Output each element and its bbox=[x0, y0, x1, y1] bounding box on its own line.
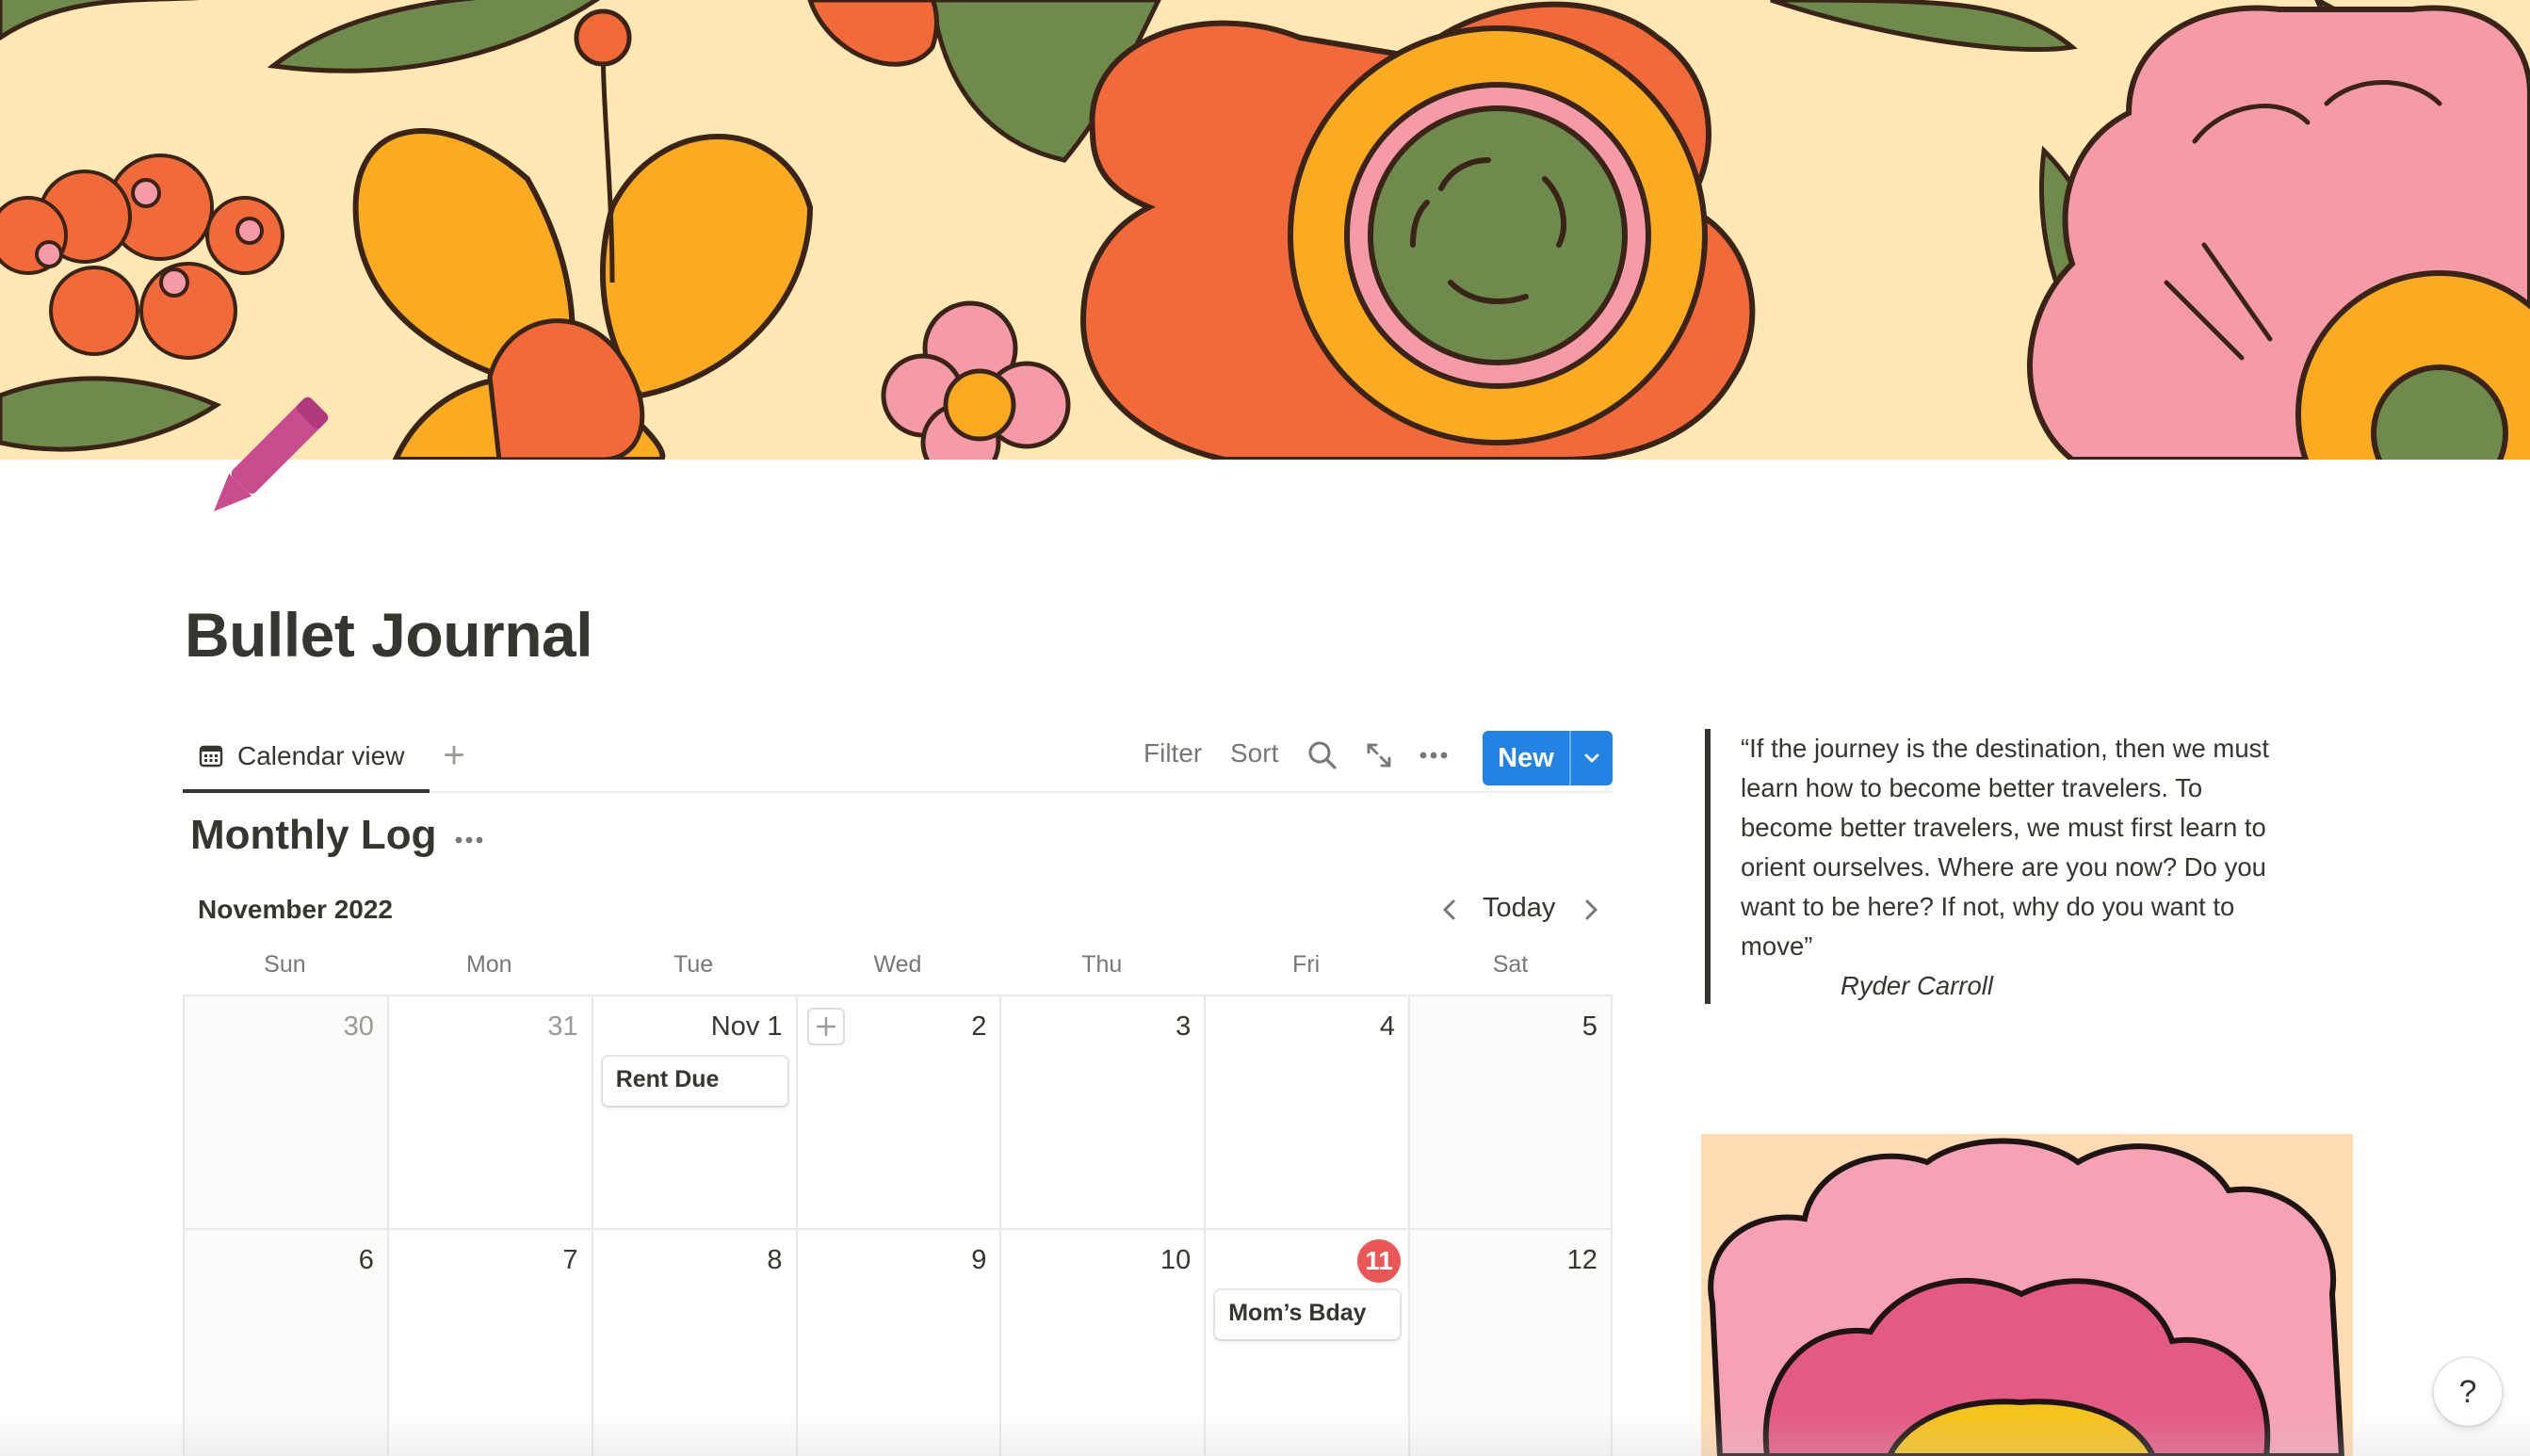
day-number: 31 bbox=[547, 1011, 578, 1042]
view-bar: Calendar view + Filter Sort New bbox=[183, 723, 1613, 793]
cover-image bbox=[0, 0, 2530, 460]
day-number: 10 bbox=[1160, 1245, 1192, 1275]
more-icon[interactable] bbox=[1417, 740, 1451, 770]
event-card[interactable]: Rent Due bbox=[602, 1057, 787, 1106]
quote-text: “If the journey is the destination, then… bbox=[1741, 729, 2327, 966]
day-number: 6 bbox=[358, 1245, 374, 1275]
sort-button[interactable]: Sort bbox=[1230, 738, 1278, 768]
quote-author: Ryder Carroll bbox=[1841, 971, 1993, 1000]
day-number: 9 bbox=[971, 1245, 987, 1275]
quote-line: “If the journey is the destination, then… bbox=[1741, 734, 2269, 763]
day-cell[interactable]: 6 bbox=[183, 1230, 387, 1456]
day-cell[interactable]: 8 bbox=[591, 1230, 796, 1456]
tab-calendar-view[interactable]: Calendar view bbox=[183, 723, 430, 793]
weekday-label: Thu bbox=[1081, 951, 1123, 978]
day-cell[interactable]: 11 Mom’s Bday bbox=[1204, 1230, 1409, 1456]
pencil-icon[interactable] bbox=[193, 391, 334, 532]
day-cell[interactable]: 9 bbox=[795, 1230, 1000, 1456]
quote-block[interactable]: “If the journey is the destination, then… bbox=[1705, 729, 2327, 1004]
new-button[interactable]: New bbox=[1483, 731, 1613, 785]
day-cell[interactable]: 3 bbox=[999, 996, 1205, 1228]
expand-icon[interactable] bbox=[1364, 740, 1394, 770]
quote-line: become better travelers, we must first l… bbox=[1741, 813, 2266, 842]
today-marker: 11 bbox=[1357, 1239, 1402, 1283]
chevron-left-icon[interactable] bbox=[1435, 895, 1464, 925]
day-number: 2 bbox=[971, 1011, 987, 1042]
day-number: 4 bbox=[1379, 1011, 1396, 1042]
chevron-down-icon[interactable] bbox=[1571, 748, 1613, 768]
quote-line: orient ourselves. Where are you now? Do … bbox=[1741, 852, 2266, 882]
plus-icon bbox=[816, 1016, 835, 1037]
page-title[interactable]: Bullet Journal bbox=[185, 599, 593, 671]
quote-line: learn how to become better travelers. To bbox=[1741, 773, 2203, 802]
help-button[interactable]: ? bbox=[2434, 1358, 2502, 1426]
flower-illustration-image[interactable] bbox=[1701, 1134, 2353, 1456]
tab-label: Calendar view bbox=[237, 741, 405, 770]
weekday-label: Sun bbox=[264, 951, 306, 978]
day-cell[interactable]: 31 bbox=[386, 996, 592, 1228]
calendar-title[interactable]: Monthly Log bbox=[190, 812, 437, 859]
weekday-label: Fri bbox=[1292, 951, 1321, 978]
day-number: 7 bbox=[562, 1245, 578, 1275]
weekday-header: Sun Mon Tue Wed Thu Fri Sat bbox=[183, 951, 1613, 989]
calendar-grid: 30 31 Nov 1 Rent Due 2 3 4 5 6 7 8 9 10 … bbox=[183, 995, 1613, 1456]
day-number: 12 bbox=[1566, 1245, 1597, 1275]
day-cell[interactable]: 7 bbox=[386, 1230, 592, 1456]
day-cell[interactable]: 12 bbox=[1408, 1230, 1613, 1456]
filter-button[interactable]: Filter bbox=[1143, 738, 1202, 768]
day-cell[interactable]: Nov 1 Rent Due bbox=[591, 996, 796, 1228]
day-number: Nov 1 bbox=[710, 1011, 783, 1042]
calendar-icon bbox=[199, 745, 223, 768]
weekday-label: Wed bbox=[873, 951, 922, 978]
event-card[interactable]: Mom’s Bday bbox=[1215, 1290, 1401, 1339]
quote-line: move” bbox=[1741, 931, 1813, 961]
weekday-label: Mon bbox=[465, 951, 512, 978]
day-cell[interactable]: 5 bbox=[1408, 996, 1613, 1228]
month-label: November 2022 bbox=[198, 895, 394, 924]
day-cell[interactable]: 10 bbox=[999, 1230, 1205, 1456]
more-icon[interactable] bbox=[450, 821, 488, 859]
day-number: 3 bbox=[1176, 1011, 1192, 1042]
new-button-label: New bbox=[1498, 742, 1554, 773]
day-number: 8 bbox=[767, 1245, 783, 1275]
today-button[interactable]: Today bbox=[1483, 893, 1555, 924]
day-number: 30 bbox=[343, 1011, 374, 1042]
add-view-button[interactable]: + bbox=[435, 736, 473, 776]
weekday-label: Tue bbox=[673, 951, 714, 978]
search-icon[interactable] bbox=[1306, 738, 1339, 772]
chevron-right-icon[interactable] bbox=[1577, 895, 1605, 925]
week-row: 30 31 Nov 1 Rent Due 2 3 4 5 bbox=[183, 996, 1613, 1230]
day-number: 5 bbox=[1581, 1011, 1597, 1042]
day-cell[interactable]: 4 bbox=[1204, 996, 1409, 1228]
day-cell[interactable]: 30 bbox=[183, 996, 387, 1228]
week-row: 6 7 8 9 10 11 Mom’s Bday 12 bbox=[183, 1230, 1613, 1456]
day-cell[interactable]: 2 bbox=[795, 996, 1000, 1228]
quote-line: want to be here? If not, why do you want… bbox=[1741, 892, 2235, 921]
weekday-label: Sat bbox=[1492, 951, 1529, 978]
add-event-button[interactable] bbox=[806, 1008, 845, 1045]
